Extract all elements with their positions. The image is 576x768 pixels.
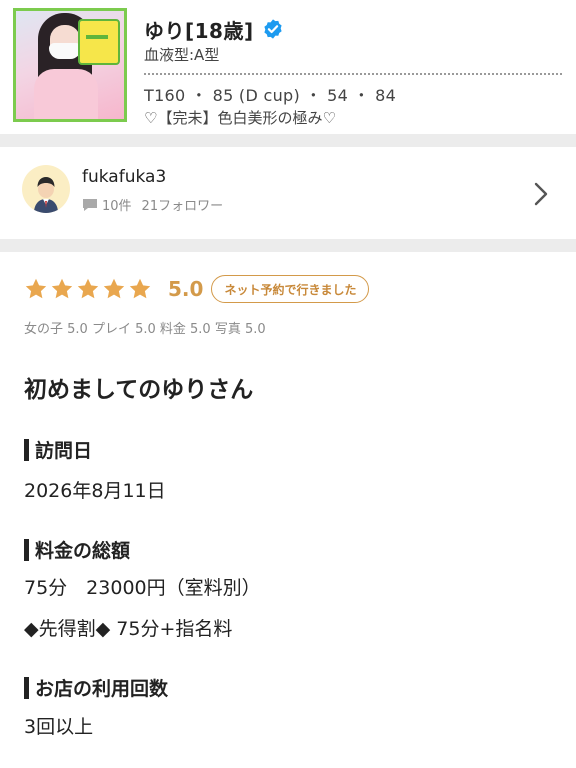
sub-scores: 女の子 5.0 プレイ 5.0 料金 5.0 写真 5.0	[24, 322, 266, 337]
section-heading-label: お店の利用回数	[35, 678, 169, 700]
user-avatar-icon[interactable]	[22, 165, 70, 213]
blood-type: 血液型:A型	[144, 46, 220, 64]
visit-date-value: 2026年8月11日	[24, 480, 166, 502]
heading-bar	[24, 438, 29, 461]
total-fee-detail: ◆先得割◆ 75分+指名料	[24, 618, 233, 640]
section-heading-visit-count: お店の利用回数	[24, 674, 168, 701]
total-fee-value: 75分 23000円（室料別）	[24, 577, 261, 599]
profile-name: ゆり[18歳]	[144, 18, 254, 43]
star-icon	[103, 278, 125, 299]
section-heading-visit-date: 訪問日	[24, 436, 92, 463]
chevron-right-icon[interactable]	[532, 181, 550, 207]
star-icon	[77, 278, 99, 299]
avatar-figure	[34, 177, 58, 213]
dotted-divider	[144, 73, 562, 75]
name-row: ゆり[18歳]	[144, 14, 284, 44]
reviewer-username[interactable]: fukafuka3	[82, 167, 166, 187]
star-icon	[25, 278, 47, 299]
reviewer-stats: 10件 21フォロワー	[82, 195, 223, 214]
visit-count-value: 3回以上	[24, 716, 94, 738]
photo-badge	[78, 19, 120, 65]
booking-badge: ネット予約で行きました	[211, 275, 370, 303]
section-heading-label: 訪問日	[35, 440, 93, 462]
reviewer-row[interactable]: fukafuka3 10件 21フォロワー	[0, 147, 576, 239]
profile-photo[interactable]	[13, 8, 127, 122]
photo-body	[34, 69, 98, 119]
profile-card[interactable]: ゆり[18歳] 血液型:A型 T160 ・ 85 (D cup) ・ 54 ・ …	[0, 0, 576, 134]
photo-mask	[49, 43, 81, 59]
star-rating	[24, 277, 154, 301]
body-sizes: T160 ・ 85 (D cup) ・ 54 ・ 84	[144, 86, 397, 105]
review-title: 初めましてのゆりさん	[24, 377, 254, 403]
star-icon	[51, 278, 73, 299]
section-heading-label: 料金の総額	[35, 540, 131, 562]
catchphrase: ♡【完未】色白美形の極み♡	[144, 109, 336, 127]
overall-score: 5.0	[168, 277, 204, 301]
section-divider	[0, 239, 576, 252]
heading-bar	[24, 538, 29, 561]
verified-check-icon	[264, 19, 282, 39]
section-divider	[0, 134, 576, 147]
star-icon	[129, 278, 151, 299]
heading-bar	[24, 676, 29, 699]
section-heading-total-fee: 料金の総額	[24, 536, 130, 563]
review-count: 10件	[102, 199, 132, 214]
follower-count: 21フォロワー	[141, 199, 224, 214]
comment-icon	[83, 198, 97, 211]
rating-row: 5.0 ネット予約で行きました	[24, 272, 370, 306]
